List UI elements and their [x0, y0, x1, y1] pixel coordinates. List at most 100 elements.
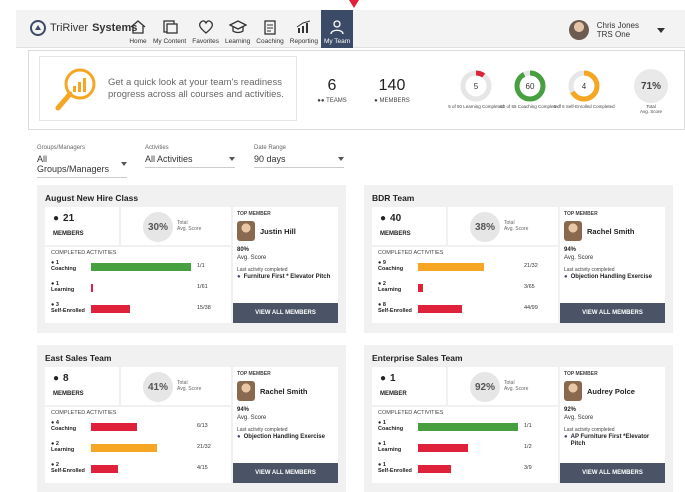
score-box: 38% Total Avg. Score [448, 207, 558, 245]
total-label-1: Total [646, 104, 656, 109]
view-all-members-button[interactable]: VIEW ALL MEMBERS [233, 463, 338, 483]
filter-label: Date Range [254, 145, 287, 151]
user-menu[interactable]: Chris Jones TRS One [568, 20, 665, 40]
ring-chart: 5 [460, 70, 492, 102]
activity-name: ● 9 Coaching [378, 260, 404, 273]
activity-count: 3/9 [524, 465, 532, 471]
activity-bar [418, 465, 451, 473]
activity-bar [418, 444, 468, 452]
activity-name: ● 2 Learning [378, 281, 402, 294]
activity-name: ● 2 Self-Enrolled [51, 462, 85, 475]
nav-label: Learning [224, 38, 251, 45]
brand-logo[interactable]: TriRiver Systems [30, 20, 137, 36]
activity-bar [91, 305, 130, 313]
team-icon [328, 19, 346, 35]
activity-track [418, 284, 518, 292]
activity-bar [418, 284, 423, 292]
activity-name: ● 3 Self-Enrolled [51, 302, 85, 315]
nav-learning[interactable]: Learning [222, 10, 253, 48]
person-icon: ● [380, 213, 387, 224]
last-activity-label: Last activity completed [564, 427, 615, 433]
activity-row: ● 8 Self-Enrolled 44/99 [378, 302, 554, 318]
activity-count: 15/38 [197, 305, 211, 311]
filter-label: Groups/Managers [37, 145, 86, 151]
members-label-row: ● MEMBERS [374, 98, 410, 104]
nav-reporting[interactable]: Reporting [287, 10, 321, 48]
members-label: MEMBERS [53, 231, 84, 237]
last-activity-label: Last activity completed [237, 427, 288, 433]
last-activity: ● Objection Handling Exercise [564, 274, 652, 280]
activity-bar [91, 284, 93, 292]
nav-coaching[interactable]: Coaching [253, 10, 286, 48]
top-member-label: TOP MEMBER [237, 211, 271, 217]
nav-label: Coaching [256, 38, 284, 45]
ring-chart: 60 [514, 70, 546, 102]
view-all-members-button[interactable]: VIEW ALL MEMBERS [560, 463, 665, 483]
user-name: Chris Jones [596, 20, 639, 30]
user-text: Chris Jones TRS One [597, 21, 639, 39]
top-member-box: TOP MEMBER Justin Hill 80% Avg. Score Last a… [233, 207, 338, 323]
graduation-cap-icon [228, 19, 248, 35]
top-member-avg-label: Avg. Score [237, 255, 267, 261]
activity-count: 6/13 [197, 423, 208, 429]
score-box: 41% Total Avg. Score [121, 367, 231, 405]
filter-select[interactable]: All Activities [145, 154, 235, 168]
chevron-down-icon[interactable] [657, 27, 665, 33]
top-member: Audrey Polce [564, 381, 635, 401]
nav-my-team[interactable]: My Team [320, 10, 354, 48]
filter-select[interactable]: 90 days [254, 154, 344, 168]
nav-my-content[interactable]: My Content [150, 10, 189, 48]
team-score: 41% [143, 372, 173, 402]
nav-label: My Team [323, 38, 351, 45]
chevron-down-icon [338, 157, 344, 161]
ring-chart: 4 [568, 70, 600, 102]
svg-text:60: 60 [526, 82, 535, 91]
activity-name: ● 1 Self-Enrolled [378, 462, 412, 475]
members-label: MEMBERS [379, 98, 410, 104]
filter-select[interactable]: All Groups/Managers [37, 154, 127, 178]
view-all-members-button[interactable]: VIEW ALL MEMBERS [560, 303, 665, 323]
activity-bar [91, 263, 191, 271]
top-member-avg-label: Avg. Score [564, 255, 594, 261]
activity-row: ● 4 Coaching 6/13 [51, 420, 227, 436]
top-member-name: Justin Hill [260, 226, 296, 236]
team-name[interactable]: August New Hire Class [45, 193, 138, 203]
filter-value: 90 days [254, 154, 286, 164]
activity-bar [418, 305, 462, 313]
top-member-label: TOP MEMBER [237, 371, 271, 377]
activity-row: ● 1 Learning 1/61 [51, 281, 227, 297]
nav-home[interactable]: Home [126, 10, 150, 48]
team-card: August New Hire Class ● 21 MEMBERS 30% Total A… [37, 185, 346, 333]
activity-bar [91, 423, 137, 431]
team-score: 30% [143, 212, 173, 242]
members-box: ● 40 MEMBERS [372, 207, 446, 245]
members-count: 140 [378, 77, 406, 94]
total-label-2: Avg. Score [640, 109, 662, 115]
completed-activities: COMPLETED ACTIVITIES ● 4 Coaching 6/13 ● 2 Le… [45, 407, 231, 483]
top-member-pct: 80% [237, 247, 250, 253]
top-member-name: Rachel Smith [587, 226, 635, 236]
activities-heading: COMPLETED ACTIVITIES [51, 410, 117, 416]
chevron-down-icon [229, 157, 235, 161]
chart-icon [295, 19, 313, 35]
top-member-name: Rachel Smith [260, 386, 308, 396]
team-name[interactable]: Enterprise Sales Team [372, 353, 463, 363]
team-card: BDR Team ● 40 MEMBERS 38% Total Avg. Score COMP… [364, 185, 673, 333]
activity-row: ● 2 Learning 21/32 [51, 441, 227, 457]
members-label: MEMBERS [53, 391, 84, 397]
person-icon: ● [53, 213, 60, 224]
members-count-row: ● 8 [53, 373, 69, 384]
top-member-avg-label: Avg. Score [564, 415, 594, 421]
home-icon [129, 19, 147, 35]
magnifier-chart-icon [55, 68, 96, 110]
score-box: 92% Total Avg. Score [448, 367, 558, 405]
view-all-members-button[interactable]: VIEW ALL MEMBERS [233, 303, 338, 323]
team-name[interactable]: East Sales Team [45, 353, 111, 363]
filter-label: Activities [145, 145, 169, 151]
activity-count: 3/65 [524, 284, 535, 290]
team-name[interactable]: BDR Team [372, 193, 414, 203]
teams-stat: 6 ●● TEAMS [309, 77, 355, 104]
top-member: Rachel Smith [237, 381, 308, 401]
nav-favorites[interactable]: Favorites [189, 10, 222, 48]
top-member-label: TOP MEMBER [564, 371, 598, 377]
